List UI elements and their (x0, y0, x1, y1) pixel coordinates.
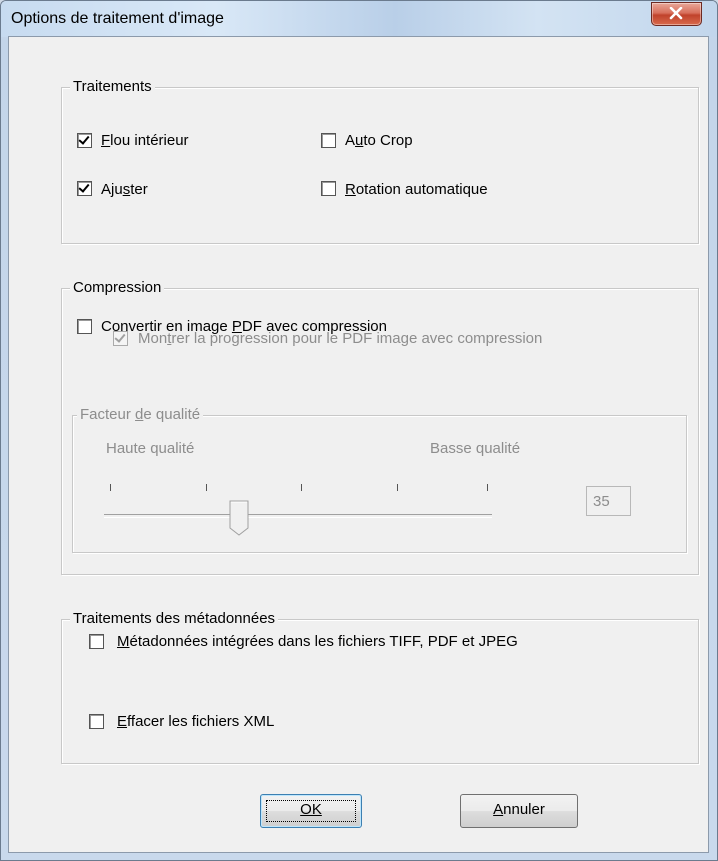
flou-label[interactable]: Flou intérieur (101, 132, 189, 150)
close-button[interactable] (651, 2, 702, 26)
annuler-button[interactable]: Annuler (460, 794, 578, 828)
convertir-checkbox[interactable] (77, 319, 92, 334)
slider-tick (110, 484, 111, 491)
effacer-xml-label[interactable]: Effacer les fichiers XML (117, 713, 274, 731)
group-facteur-qualite: Facteur de qualité (72, 406, 687, 553)
slider-tick (487, 484, 488, 491)
ok-button-label: OK (300, 801, 322, 818)
group-compression-label: Compression (70, 279, 165, 297)
quality-slider-track[interactable] (104, 514, 492, 518)
slider-tick (397, 484, 398, 491)
quality-value-field[interactable]: 35 (586, 486, 631, 516)
metadonnees-integrees-checkbox[interactable] (89, 634, 104, 649)
rotation-label[interactable]: Rotation automatique (345, 181, 488, 199)
autocrop-checkbox[interactable] (321, 133, 336, 148)
flou-label-rest: lou intérieur (110, 132, 189, 149)
group-traitements-label: Traitements (70, 78, 155, 96)
window-title: Options de traitement d'image (11, 10, 224, 27)
ok-button[interactable]: OK (260, 794, 362, 828)
annuler-button-label: Annuler (493, 801, 545, 818)
metadonnees-integrees-label[interactable]: Métadonnées intégrées dans les fichiers … (117, 633, 518, 651)
group-traitements: Traitements (61, 78, 699, 244)
ajuster-checkbox[interactable] (77, 181, 92, 196)
montrer-checkbox[interactable] (113, 331, 128, 346)
slider-tick (206, 484, 207, 491)
close-icon (669, 7, 683, 20)
title-bar[interactable]: Options de traitement d'image (1, 1, 717, 37)
basse-qualite-label: Basse qualité (430, 440, 521, 457)
effacer-xml-checkbox[interactable] (89, 714, 104, 729)
autocrop-label[interactable]: Auto Crop (345, 132, 413, 150)
ajuster-label[interactable]: Ajuster (101, 181, 148, 199)
group-metadonnees-label: Traitements des métadonnées (70, 610, 279, 628)
rotation-checkbox[interactable] (321, 181, 336, 196)
haute-qualite-label: Haute qualité (106, 440, 195, 457)
slider-tick (301, 484, 302, 491)
montrer-label[interactable]: Montrer la progression pour le PDF image… (138, 330, 542, 348)
facteur-qualite-label: Facteur de qualité (77, 406, 204, 424)
quality-slider-thumb[interactable] (229, 500, 251, 536)
flou-checkbox[interactable] (77, 133, 92, 148)
